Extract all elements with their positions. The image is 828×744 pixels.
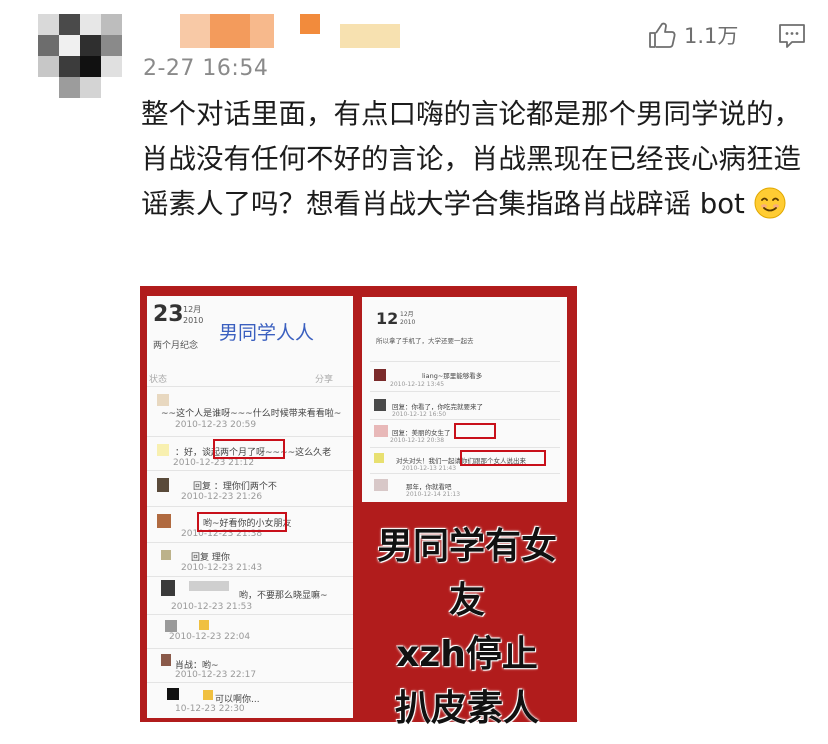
- post-content: 整个对话里面，有点口嗨的言论都是那个男同学说的，肖战没有任何不好的言论，肖战黑现…: [141, 92, 801, 227]
- like-count: 1.1万: [684, 24, 739, 48]
- left-row-date: 2010-12-23 21:43: [181, 563, 263, 573]
- left-title: 男同学人人: [219, 322, 315, 344]
- smile-emoji-icon: [754, 187, 786, 219]
- left-row-text: 回复 理你: [191, 553, 230, 563]
- overlay-line: xzh停止: [396, 634, 538, 675]
- image-overlay-text: 男同学有女友 xzh停止 扒皮素人: [360, 520, 574, 736]
- overlay-line: 扒皮素人: [394, 688, 539, 729]
- left-share: 分享: [315, 375, 334, 385]
- right-row-date: 2010-12-12 13:45: [390, 381, 445, 388]
- overlay-line: 男同学有女友: [376, 526, 557, 621]
- left-screenshot: 23 12月 2010 男同学人人 两个月纪念 状态 分享 ~~这个人是谁呀~~…: [147, 296, 353, 718]
- left-day: 23: [153, 302, 184, 327]
- right-row-date: 2010-12-12 20:38: [390, 437, 445, 444]
- left-row-text: 回复 ：理你们两个不: [193, 482, 277, 492]
- right-caption: 所以拿了手机了，大学还要一起去: [376, 337, 474, 345]
- left-row-date: 2010-12-23 21:53: [171, 602, 253, 612]
- left-row-date: 2010-12-23 21:12: [173, 458, 255, 468]
- left-year: 2010: [183, 316, 204, 325]
- right-row-text: 那年，你就看吧: [406, 483, 452, 491]
- comment-icon[interactable]: [778, 22, 806, 50]
- left-row-text: 哟，不要那么晓显嘛~: [239, 591, 328, 601]
- thumbs-up-icon: [649, 22, 676, 48]
- right-row-text: 回复：美丽的女生了: [392, 429, 451, 437]
- post-text: 整个对话里面，有点口嗨的言论都是那个男同学说的，肖战没有任何不好的言论，肖战黑现…: [141, 98, 801, 220]
- left-subtitle: 两个月纪念: [153, 341, 199, 351]
- left-row-date: 2010-12-23 22:17: [175, 670, 257, 680]
- username-blurred[interactable]: [160, 14, 420, 48]
- right-row-text: liang~那里能够看多: [422, 372, 483, 380]
- right-row-date: 2010-12-12 16:50: [392, 411, 447, 418]
- left-row-date: 2010-12-23 22:04: [169, 632, 251, 642]
- right-year: 2010: [400, 319, 416, 326]
- post-timestamp: 2-27 16:54: [143, 56, 269, 81]
- right-day: 12: [376, 309, 399, 328]
- right-row-date: 2010-12-13 21:43: [402, 465, 457, 472]
- like-button[interactable]: 1.1万: [646, 20, 738, 50]
- avatar[interactable]: [38, 14, 122, 98]
- right-row-date: 2010-12-14 21:13: [406, 491, 461, 498]
- right-screenshot: 12 12月 2010 所以拿了手机了，大学还要一起去 liang~那里能够看多…: [362, 297, 567, 502]
- right-month: 12月: [400, 311, 414, 318]
- left-row-text: ~~这个人是谁呀~~~什么时候带来看看啦~: [161, 409, 342, 419]
- left-month: 12月: [183, 305, 202, 314]
- right-row-text: 回复：你看了，你吃完就要来了: [392, 403, 483, 411]
- left-row-date: 2010-12-23 21:26: [181, 492, 263, 502]
- left-row-date: 10-12-23 22:30: [175, 704, 245, 714]
- left-status: 状态: [149, 375, 168, 385]
- left-row-date: 2010-12-23 20:59: [175, 420, 257, 430]
